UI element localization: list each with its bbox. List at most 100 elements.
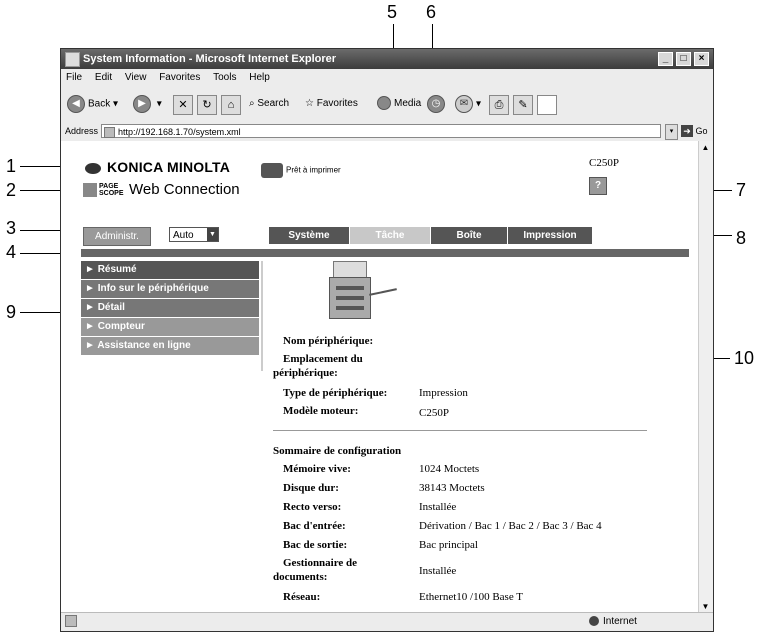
menu-view[interactable]: View (125, 72, 147, 83)
menu-tools[interactable]: Tools (213, 72, 236, 83)
menu-item-counter[interactable]: ► Compteur (81, 318, 259, 337)
ie-icon (65, 52, 80, 67)
tab-systeme[interactable]: Système (269, 227, 350, 244)
tab-tache[interactable]: Tâche (350, 227, 431, 244)
config-value-network: Ethernet10 /100 Base T (419, 591, 523, 603)
title-bar: System Information - Microsoft Internet … (61, 49, 713, 69)
chevron-down-icon: ▼ (207, 228, 218, 241)
stop-button[interactable]: ✕ (173, 95, 193, 115)
maximize-button[interactable]: □ (676, 52, 691, 66)
config-value-duplex: Installée (419, 501, 457, 513)
window-title: System Information - Microsoft Internet … (83, 53, 337, 65)
menu-help[interactable]: Help (249, 72, 270, 83)
config-label-doc-manager-line1: Gestionnaire de (283, 557, 358, 569)
config-value-ram: 1024 Moctets (419, 463, 480, 475)
toolbar: ◀ Back ▾ ▶ ▾ ✕ ↻ ⌂ ⌕ Search ☆ Favorites M… (61, 87, 713, 122)
location-label-line2: périphérique: (273, 367, 338, 379)
location-label-line1: Emplacement du (283, 353, 363, 365)
tab-underline-bar (81, 249, 689, 257)
callout-10: 10 (734, 348, 755, 368)
back-arrow-icon: ◀ (67, 95, 85, 113)
history-button[interactable]: ◷ (427, 95, 448, 113)
page-icon (104, 127, 115, 138)
callout-2: 2 (6, 180, 17, 200)
menu-edit[interactable]: Edit (95, 72, 112, 83)
star-icon: ☆ (305, 98, 314, 109)
help-button[interactable]: ? (589, 177, 607, 195)
device-name-label: Nom périphérique: (283, 335, 374, 347)
go-button[interactable]: ➜ Go (681, 124, 708, 138)
menu-file[interactable]: File (66, 72, 82, 83)
edit-button[interactable]: ✎ (513, 95, 533, 115)
refresh-button[interactable]: ↻ (197, 95, 217, 115)
address-dropdown-icon[interactable]: ▾ (665, 124, 678, 140)
callout-3: 3 (6, 218, 17, 238)
favorites-button[interactable]: ☆ Favorites (305, 95, 358, 113)
callout-6: 6 (426, 2, 437, 22)
tab-impression[interactable]: Impression (508, 227, 593, 244)
display-mode-select[interactable]: Auto ▼ (169, 227, 219, 242)
refresh-icon: ↻ (197, 95, 217, 115)
home-icon: ⌂ (221, 95, 241, 115)
edit-icon: ✎ (513, 95, 533, 115)
side-menu-divider (261, 261, 263, 371)
side-menu: ► Résumé ► Info sur le périphérique ► Dé… (81, 261, 259, 356)
vertical-scrollbar[interactable]: ▲ ▼ (698, 141, 713, 613)
scroll-up-icon[interactable]: ▲ (699, 141, 712, 154)
menu-item-detail[interactable]: ► Détail (81, 299, 259, 318)
menu-item-resume[interactable]: ► Résumé (81, 261, 259, 280)
forward-button[interactable]: ▶ ▾ (133, 95, 162, 113)
mail-button[interactable]: ✉ ▾ (455, 95, 481, 113)
forward-arrow-icon: ▶ (133, 95, 151, 113)
close-button[interactable]: × (694, 52, 709, 66)
admin-login-button[interactable]: Administr. (83, 227, 151, 246)
media-button[interactable]: Media (377, 95, 421, 113)
globe-icon (589, 616, 599, 627)
menu-bar: File Edit View Favorites Tools Help (61, 69, 713, 88)
tab-boite[interactable]: Boîte (431, 227, 508, 244)
minimize-button[interactable]: _ (658, 52, 673, 66)
config-label-hdd: Disque dur: (283, 482, 339, 494)
printer-status-icon (261, 163, 283, 178)
konica-logo-icon (85, 162, 101, 174)
config-value-input-tray: Dérivation / Bac 1 / Bac 2 / Bac 3 / Bac… (419, 520, 602, 532)
discuss-button[interactable] (537, 95, 557, 115)
address-input[interactable]: http://192.168.1.70/system.xml (101, 124, 661, 138)
callout-5: 5 (387, 2, 398, 22)
history-icon: ◷ (427, 95, 445, 113)
status-bar: Internet (61, 612, 713, 631)
engine-model-label: Modèle moteur: (283, 405, 359, 417)
search-button[interactable]: ⌕ Search (249, 95, 289, 113)
config-value-output-tray: Bac principal (419, 539, 478, 551)
address-bar: Address http://192.168.1.70/system.xml ▾… (61, 121, 713, 142)
config-label-ram: Mémoire vive: (283, 463, 351, 475)
go-arrow-icon: ➜ (681, 125, 693, 137)
stop-icon: ✕ (173, 95, 193, 115)
callout-4: 4 (6, 242, 17, 262)
config-label-doc-manager-line2: documents: (273, 571, 328, 583)
search-icon: ⌕ (249, 98, 255, 109)
menu-favorites[interactable]: Favorites (159, 72, 200, 83)
engine-model-value: C250P (419, 407, 449, 419)
section-divider (273, 430, 647, 431)
internet-zone: Internet (589, 613, 637, 631)
model-name: C250P (589, 157, 619, 169)
config-label-input-tray: Bac d'entrée: (283, 520, 346, 532)
menu-item-online-assistance[interactable]: ► Assistance en ligne (81, 337, 259, 356)
discuss-icon (537, 95, 557, 115)
config-label-duplex: Recto verso: (283, 501, 342, 513)
printer-status: Prêt à imprimer (261, 163, 341, 178)
callout-7: 7 (736, 180, 747, 200)
config-value-hdd: 38143 Moctets (419, 482, 485, 494)
address-label: Address (65, 126, 99, 136)
device-type-label: Type de périphérique: (283, 387, 388, 399)
menu-item-device-info[interactable]: ► Info sur le périphérique (81, 280, 259, 299)
config-heading: Sommaire de configuration (273, 445, 402, 457)
browser-window: System Information - Microsoft Internet … (60, 48, 714, 632)
web-connection-logo: PAGE SCOPE Web Connection (83, 181, 240, 198)
config-label-output-tray: Bac de sortie: (283, 539, 348, 551)
home-button[interactable]: ⌂ (221, 95, 241, 115)
print-button[interactable]: ⎙ (489, 95, 509, 115)
printer-icon: ⎙ (489, 95, 509, 115)
back-button[interactable]: ◀ Back ▾ (67, 95, 118, 113)
